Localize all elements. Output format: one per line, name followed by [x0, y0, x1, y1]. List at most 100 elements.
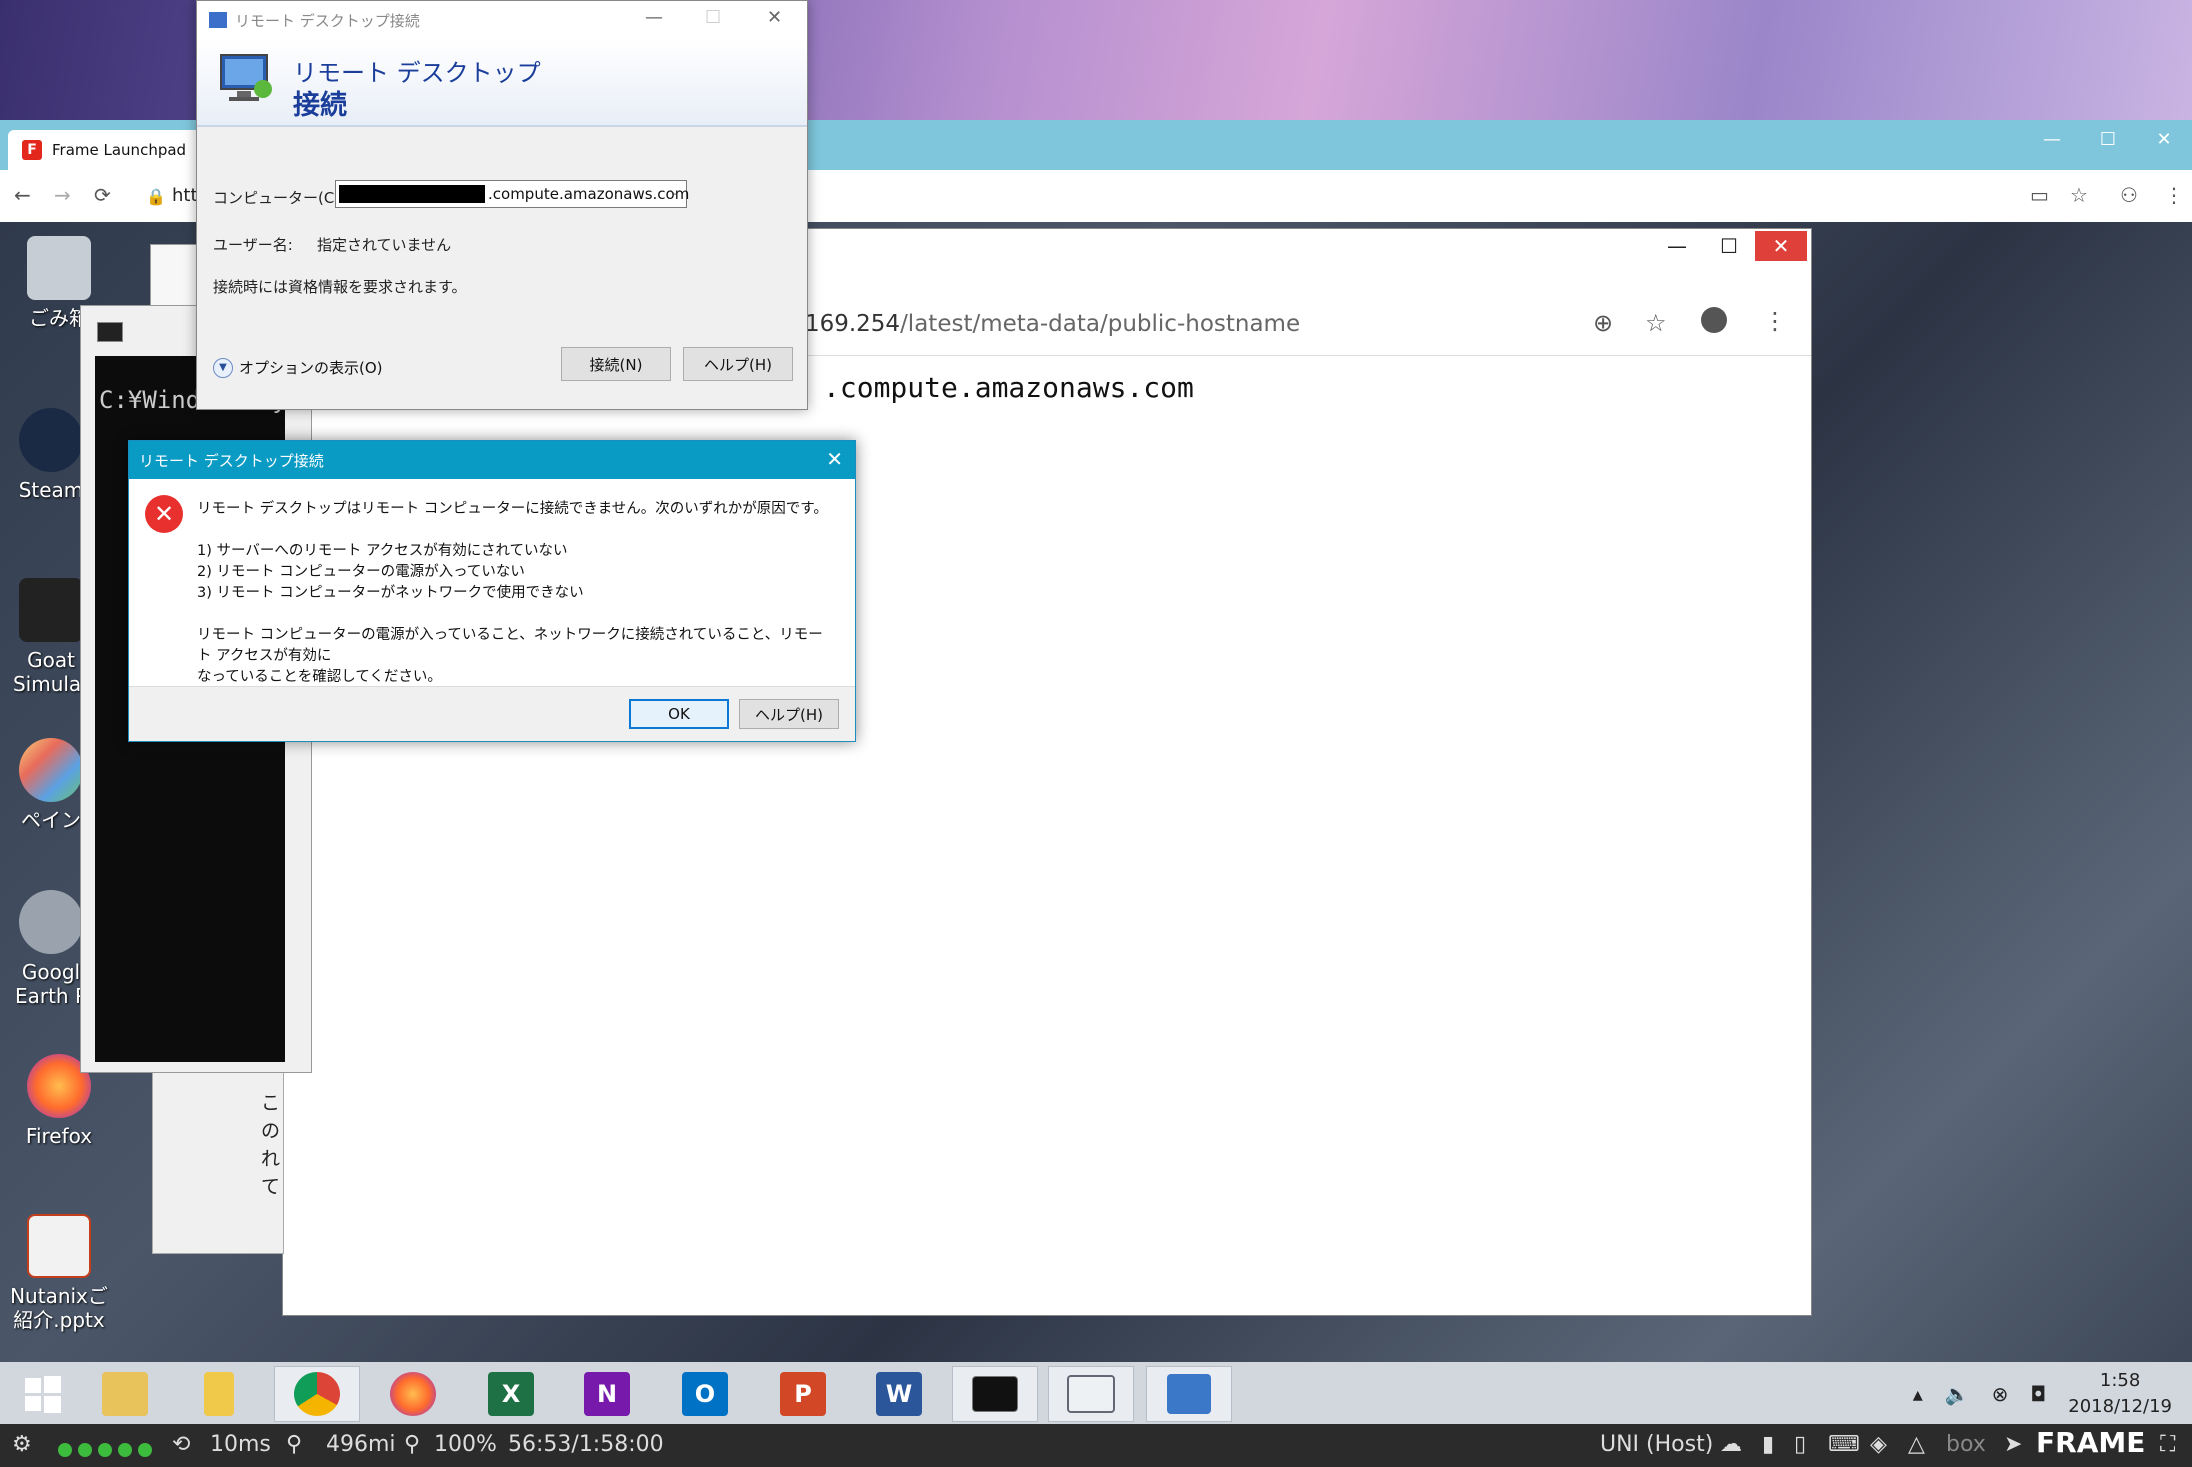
rdp-titlebar: リモート デスクトップ接続 — ☐ ✕	[197, 1, 807, 39]
location-icon: ⚲	[286, 1432, 303, 1457]
cast-icon[interactable]: ▭	[2030, 183, 2049, 207]
zoom-icon[interactable]: ⊕	[1593, 309, 1613, 337]
remote-desktop-icon	[1167, 1374, 1211, 1414]
fullscreen-icon[interactable]: ⛶	[2160, 1432, 2175, 1457]
gear-icon[interactable]: ⚙	[12, 1432, 32, 1457]
maximize-icon[interactable]: ☐	[2080, 120, 2136, 160]
outlook-icon: O	[682, 1372, 728, 1416]
frame-brand: FRAME	[2036, 1426, 2146, 1459]
show-options-toggle[interactable]: ▼ オプションの表示(O)	[213, 357, 383, 378]
cursor-icon[interactable]: ➤	[2004, 1432, 2022, 1457]
start-button[interactable]	[0, 1366, 86, 1422]
close-icon[interactable]: ✕	[2136, 120, 2192, 160]
rdp-connection-dialog: リモート デスクトップ接続 — ☐ ✕ リモート デスクトップ 接続 コンピュー…	[196, 0, 808, 410]
forward-icon[interactable]: →	[54, 183, 71, 207]
box-label[interactable]: box	[1946, 1432, 1986, 1457]
goat-icon	[19, 578, 83, 642]
latency-icon: ⟲	[172, 1432, 191, 1457]
frame-status-bar: ⚙ ⟲ 10ms ⚲ 496mi ⚲ 100% 56:53/1:58:00 UN…	[0, 1424, 2192, 1467]
desktop-icon-pptx[interactable]: Nutanixご紹介.pptx	[4, 1214, 114, 1332]
ok-button[interactable]: OK	[629, 699, 729, 729]
taskbar-excel[interactable]: X	[468, 1366, 554, 1422]
taskbar-remote-desktop[interactable]	[1146, 1366, 1232, 1422]
taskbar-outlook[interactable]: O	[662, 1366, 748, 1422]
inner-url-text[interactable]: 4.169.254/latest/meta-data/public-hostna…	[783, 311, 1300, 337]
dropbox-icon[interactable]: ◈	[1870, 1432, 1887, 1457]
help-button[interactable]: ヘルプ(H)	[683, 347, 793, 381]
host-tab-title: Frame Launchpad	[52, 141, 187, 159]
taskbar-cmd[interactable]	[952, 1366, 1038, 1422]
bookmark-star-icon[interactable]: ☆	[2070, 183, 2088, 207]
computer-combobox[interactable]: .compute.amazonaws.com ⌵	[335, 180, 689, 208]
computer-label: コンピューター(C):	[213, 189, 346, 207]
keyboard-icon[interactable]: ⌨	[1828, 1432, 1860, 1457]
minimize-icon[interactable]: —	[645, 7, 663, 28]
taskbar-firefox[interactable]	[370, 1366, 456, 1422]
clock[interactable]: 1:58 2018/12/19	[2068, 1368, 2172, 1420]
taskbar-word[interactable]: W	[856, 1366, 942, 1422]
menu-icon[interactable]: ⋮	[2164, 183, 2184, 207]
maximize-icon[interactable]: ☐	[1703, 231, 1755, 261]
minimize-icon[interactable]: —	[1651, 231, 1703, 261]
inner-window-controls: — ☐ ✕	[1651, 231, 1807, 261]
google-drive-icon[interactable]: △	[1908, 1432, 1925, 1457]
recycle-bin-icon	[27, 236, 91, 300]
taskbar-chrome[interactable]	[274, 1366, 360, 1422]
bookmark-star-icon[interactable]: ☆	[1645, 309, 1667, 337]
rdp-title: リモート デスクトップ接続	[235, 11, 420, 30]
latency-value: 10ms	[210, 1432, 271, 1457]
host-url[interactable]: htt	[172, 185, 198, 206]
taskbar-window[interactable]	[1048, 1366, 1134, 1422]
file-icon[interactable]	[150, 244, 198, 306]
back-icon[interactable]: ←	[14, 183, 31, 207]
cmd-icon	[972, 1376, 1018, 1412]
network-error-icon[interactable]: ⊗	[1992, 1382, 2009, 1406]
maximize-icon: ☐	[705, 7, 722, 28]
speaker-icon[interactable]: 🔈	[1945, 1382, 1970, 1406]
remote-desktop-monitor-icon	[220, 54, 272, 101]
file-icon[interactable]: ▯	[1794, 1432, 1806, 1457]
error-footer: OK ヘルプ(H)	[129, 686, 855, 741]
taskbar-onenote[interactable]: N	[564, 1366, 650, 1422]
chevron-down-icon[interactable]: ⌵	[670, 184, 680, 199]
close-icon[interactable]: ✕	[826, 447, 843, 471]
reload-icon[interactable]: ⟳	[94, 183, 111, 207]
zoom-icon: ⚲	[404, 1432, 421, 1457]
page-content: .compute.amazonaws.com	[823, 371, 1194, 404]
onenote-icon: N	[584, 1372, 630, 1416]
error-icon: ✕	[145, 495, 183, 533]
cmd-icon	[97, 322, 123, 342]
connect-button[interactable]: 接続(N)	[561, 347, 671, 381]
taskbar-folder[interactable]	[176, 1366, 262, 1422]
windows-logo-icon	[25, 1376, 61, 1413]
connection-quality-dots	[58, 1438, 158, 1463]
extension-icon[interactable]: ⚇	[2120, 183, 2138, 207]
minimize-icon[interactable]: —	[2024, 120, 2080, 160]
app-tray-icon[interactable]: ◘	[2030, 1382, 2046, 1406]
file-explorer-icon	[102, 1372, 148, 1416]
chevron-up-icon[interactable]: ▴	[1913, 1382, 1923, 1406]
close-icon[interactable]: ✕	[767, 7, 782, 28]
clipboard-icon[interactable]: ▮	[1762, 1432, 1774, 1457]
taskbar-file-explorer[interactable]	[82, 1366, 168, 1422]
cloud-upload-icon[interactable]: ☁	[1720, 1432, 1742, 1457]
folder-icon	[204, 1372, 234, 1416]
user-label: ユーザー名:	[213, 236, 293, 254]
chrome-icon	[294, 1372, 340, 1416]
frame-logo-icon: F	[22, 140, 42, 160]
taskbar-powerpoint[interactable]: P	[760, 1366, 846, 1422]
window-icon	[1067, 1375, 1115, 1413]
chevron-down-icon: ▼	[213, 357, 233, 378]
firefox-icon	[390, 1372, 436, 1416]
account-icon[interactable]	[1701, 307, 1727, 333]
steam-icon	[19, 408, 83, 472]
host-tab-frame-launchpad[interactable]: F Frame Launchpad	[8, 130, 208, 170]
rdp-error-dialog: リモート デスクトップ接続 ✕ ✕ リモート デスクトップはリモート コンピュー…	[128, 440, 856, 742]
system-tray: ▴ 🔈 ⊗ ◘ 1:58 2018/12/19	[1913, 1366, 2172, 1422]
google-earth-icon	[19, 890, 83, 954]
credentials-note: 接続時には資格情報を要求されます。	[213, 278, 467, 296]
help-button[interactable]: ヘルプ(H)	[739, 699, 839, 729]
menu-icon[interactable]: ⋮	[1763, 307, 1787, 335]
error-titlebar: リモート デスクトップ接続 ✕	[129, 441, 855, 479]
close-icon[interactable]: ✕	[1755, 231, 1807, 261]
